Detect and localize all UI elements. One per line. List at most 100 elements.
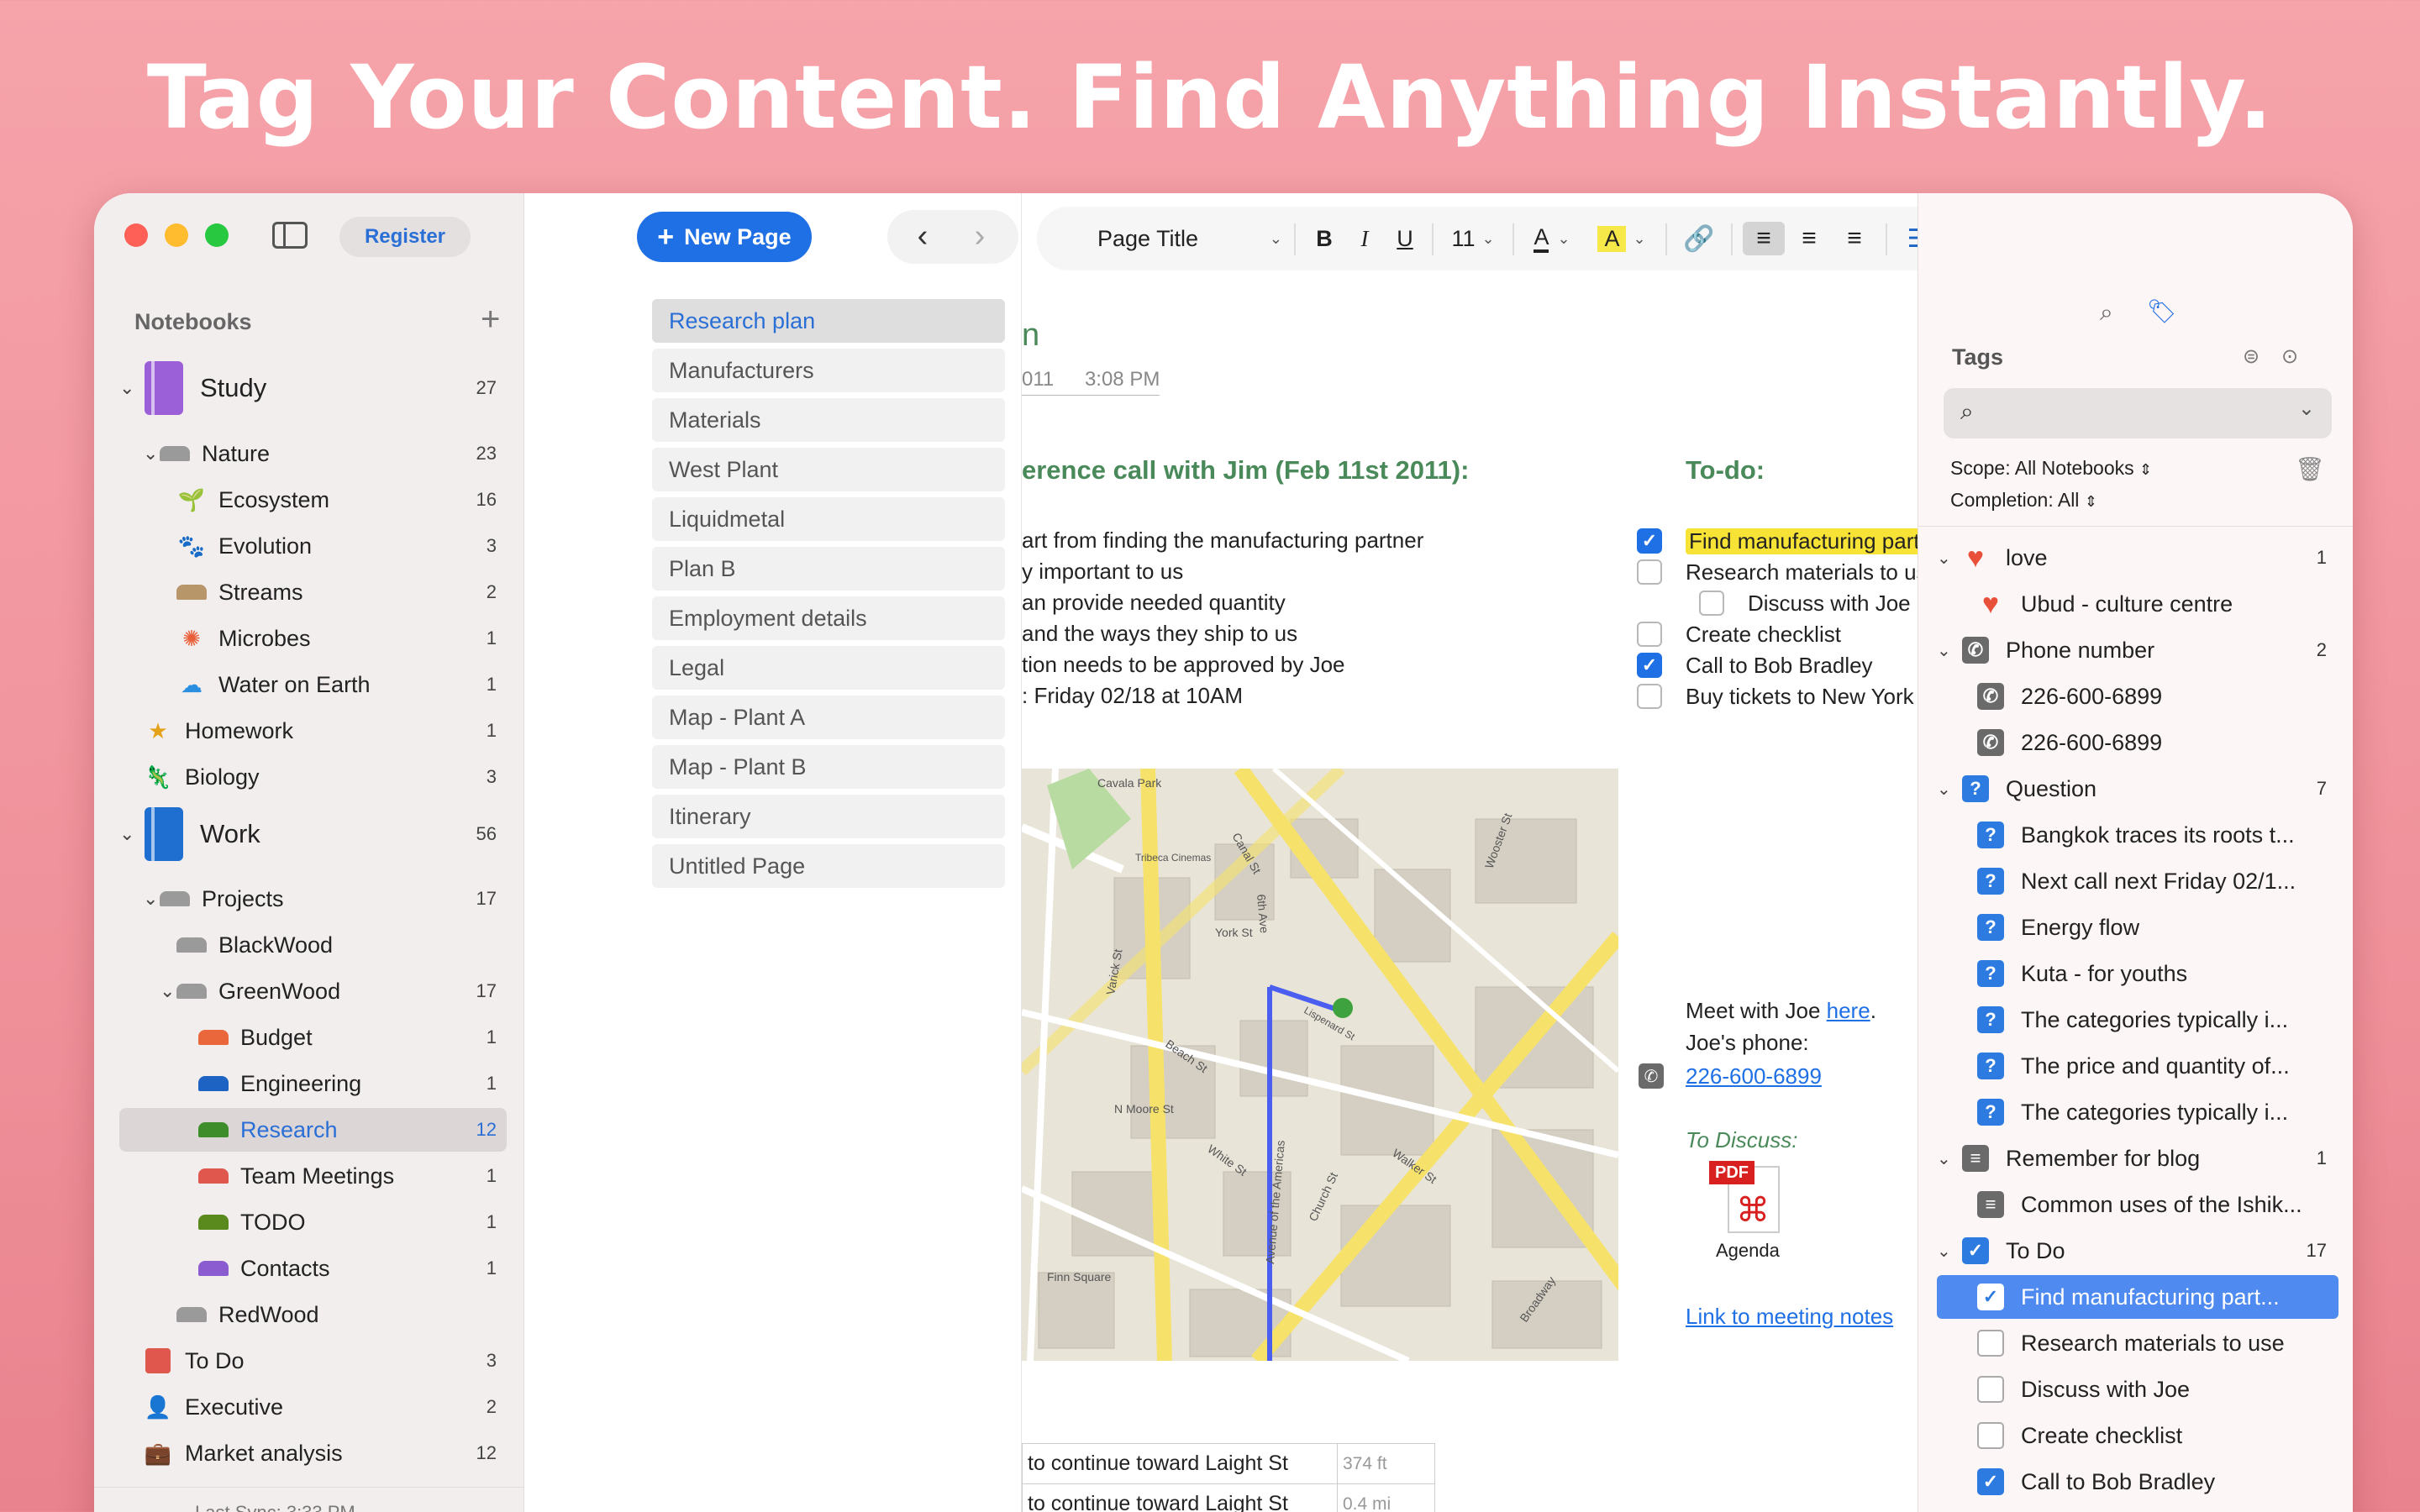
page-item[interactable]: Employment details	[652, 596, 1005, 640]
page-item[interactable]: Materials	[652, 398, 1005, 442]
checkbox-icon[interactable]	[1637, 622, 1662, 647]
tag-tab-icon[interactable]: 🏷	[2147, 297, 2177, 325]
tag-group-love[interactable]: ⌄ ♥ love 1	[1937, 536, 2340, 580]
trash-icon[interactable]: 🗑	[2295, 455, 2325, 483]
tagged-item[interactable]: Discuss with Joe	[1977, 1368, 2340, 1411]
tagged-item[interactable]: ✆ 226-600-6899	[1977, 675, 2340, 718]
section-to-do[interactable]: To Do 3	[119, 1339, 507, 1383]
page-group-evolution[interactable]: 🐾 Evolution 3	[119, 524, 507, 568]
filter-icon[interactable]: ⊜	[2243, 344, 2260, 369]
add-notebook-button[interactable]: +	[481, 301, 500, 339]
section-projects[interactable]: ⌄ Projects 17	[119, 877, 507, 921]
tag-group-todo[interactable]: ⌄ ✓ To Do 17	[1937, 1229, 2340, 1273]
meet-link[interactable]: here	[1827, 998, 1870, 1023]
section-blackwood[interactable]: BlackWood	[119, 923, 507, 967]
page-item[interactable]: Research plan	[652, 299, 1005, 343]
page-item[interactable]: Manufacturers	[652, 349, 1005, 392]
page-title[interactable]: n	[1022, 318, 1039, 354]
section-engineering[interactable]: Engineering 1	[119, 1062, 507, 1105]
tagged-item[interactable]: ? Kuta - for youths	[1977, 952, 2340, 995]
tagged-item[interactable]: ≡ Common uses of the Ishik...	[1977, 1183, 2340, 1226]
tagged-item[interactable]: ? The price and quantity of...	[1977, 1044, 2340, 1088]
page-item[interactable]: Liquidmetal	[652, 497, 1005, 541]
checkbox-icon[interactable]	[1637, 684, 1662, 709]
page-item[interactable]: Legal	[652, 646, 1005, 690]
search-tab-icon[interactable]: ⌕	[2100, 299, 2113, 327]
page-item[interactable]: West Plant	[652, 448, 1005, 491]
chevron-down-icon[interactable]: ⌄	[160, 980, 176, 1002]
notebook-study[interactable]: ⌄ Study 27	[119, 361, 507, 415]
todo-item[interactable]: Discuss with Joe	[1699, 588, 1911, 618]
section-homework[interactable]: ★ Homework 1	[119, 709, 507, 753]
page-item[interactable]: Map - Plant B	[652, 745, 1005, 789]
minimize-window-button[interactable]	[165, 223, 188, 247]
tagged-item[interactable]: ? Energy flow	[1977, 906, 2340, 949]
page-item[interactable]: Map - Plant A	[652, 696, 1005, 739]
register-button[interactable]: Register	[339, 217, 471, 257]
page-item[interactable]: Plan B	[652, 547, 1005, 591]
todo-item[interactable]: ✓ Call to Bob Bradley	[1637, 650, 1873, 680]
tagged-item-selected[interactable]: ✓ Find manufacturing part...	[1937, 1275, 2338, 1319]
meeting-notes-link[interactable]: Link to meeting notes	[1686, 1304, 1893, 1330]
close-window-button[interactable]	[124, 223, 148, 247]
section-redwood[interactable]: RedWood	[119, 1293, 507, 1336]
chevron-down-icon[interactable]: ⌄	[1937, 640, 1962, 661]
tagged-item[interactable]: Create checklist	[1977, 1414, 2340, 1457]
tagged-item[interactable]: Research materials to use	[1977, 1321, 2340, 1365]
tagged-item[interactable]: ✆ 226-600-6899	[1977, 721, 2340, 764]
tagged-item[interactable]: ✓ Call to Bob Bradley	[1977, 1460, 2340, 1504]
chevron-down-icon[interactable]: ⌄	[143, 888, 160, 910]
chevron-down-icon[interactable]: ⌄	[2298, 396, 2315, 421]
sidebar-toggle-icon[interactable]	[272, 222, 308, 249]
section-nature[interactable]: ⌄ Nature 23	[119, 432, 507, 475]
tagged-item[interactable]: ? The categories typically i...	[1977, 1090, 2340, 1134]
chevron-down-icon[interactable]: ⌄	[1937, 548, 1962, 569]
completion-select[interactable]: Completion: All ⇕	[1950, 489, 2097, 512]
phone-tag-icon[interactable]: ✆	[1639, 1063, 1664, 1089]
todo-item[interactable]: Research materials to use	[1637, 557, 1939, 587]
checkbox-icon[interactable]	[1637, 559, 1662, 585]
checkbox-icon[interactable]	[1699, 591, 1724, 616]
notebook-work[interactable]: ⌄ Work 56	[119, 807, 507, 861]
section-market-analysis[interactable]: 💼 Market analysis 12	[119, 1431, 507, 1475]
checkbox-checked-icon[interactable]: ✓	[1637, 528, 1662, 554]
section-greenwood[interactable]: ⌄ GreenWood 17	[119, 969, 507, 1013]
chevron-down-icon[interactable]: ⌄	[1937, 1241, 1962, 1262]
section-budget[interactable]: Budget 1	[119, 1016, 507, 1059]
todo-item[interactable]: Buy tickets to New York	[1637, 681, 1914, 711]
chevron-down-icon[interactable]: ⌄	[143, 443, 160, 465]
todo-item[interactable]: Create checklist	[1637, 619, 1841, 649]
page-group-water[interactable]: ☁ Water on Earth 1	[119, 663, 507, 706]
phone-link[interactable]: 226-600-6899	[1686, 1063, 1822, 1089]
scope-select[interactable]: Scope: All Notebooks ⇕	[1950, 457, 2152, 480]
zoom-window-button[interactable]	[205, 223, 229, 247]
page-item[interactable]: Untitled Page	[652, 844, 1005, 888]
chevron-down-icon[interactable]: ⌄	[1937, 1148, 1962, 1169]
tag-group-phone[interactable]: ⌄ ✆ Phone number 2	[1937, 628, 2340, 672]
page-group-ecosystem[interactable]: 🌱 Ecosystem 16	[119, 478, 507, 522]
tagged-item[interactable]: ? Bangkok traces its roots t...	[1977, 813, 2340, 857]
tagged-item[interactable]: ? The categories typically i...	[1977, 998, 2340, 1042]
pdf-attachment-icon[interactable]: PDF ⌘	[1709, 1161, 1785, 1241]
embedded-map-image[interactable]: Cavala Park Canal St 6th Ave York St Var…	[1022, 769, 1618, 1361]
section-contacts[interactable]: Contacts 1	[119, 1247, 507, 1290]
section-executive[interactable]: 👤 Executive 2	[119, 1385, 507, 1429]
new-page-button[interactable]: + New Page	[637, 212, 812, 262]
page-item[interactable]: Itinerary	[652, 795, 1005, 838]
page-group-streams[interactable]: Streams 2	[119, 570, 507, 614]
tag-group-question[interactable]: ⌄ ? Question 7	[1937, 767, 2340, 811]
tagged-item[interactable]: ♥ Ubud - culture centre	[1977, 582, 2340, 626]
section-research[interactable]: Research 12	[119, 1108, 507, 1152]
more-options-icon[interactable]: ⊙	[2281, 344, 2298, 369]
chevron-down-icon[interactable]: ⌄	[119, 823, 136, 845]
section-team-meetings[interactable]: Team Meetings 1	[119, 1154, 507, 1198]
tag-search-input[interactable]: ⌕ ⌄	[1944, 388, 2332, 438]
forward-arrow-icon[interactable]: ›	[960, 217, 1000, 257]
section-biology[interactable]: 🦎 Biology 3	[119, 755, 507, 799]
tag-group-remember[interactable]: ⌄ ≡ Remember for blog 1	[1937, 1137, 2340, 1180]
tagged-item[interactable]: ? Next call next Friday 02/1...	[1977, 859, 2340, 903]
todo-item[interactable]: ✓ Find manufacturing partner	[1637, 526, 1955, 556]
chevron-down-icon[interactable]: ⌄	[1937, 779, 1962, 800]
page-group-microbes[interactable]: ✺ Microbes 1	[119, 617, 507, 660]
section-todo[interactable]: TODO 1	[119, 1200, 507, 1244]
